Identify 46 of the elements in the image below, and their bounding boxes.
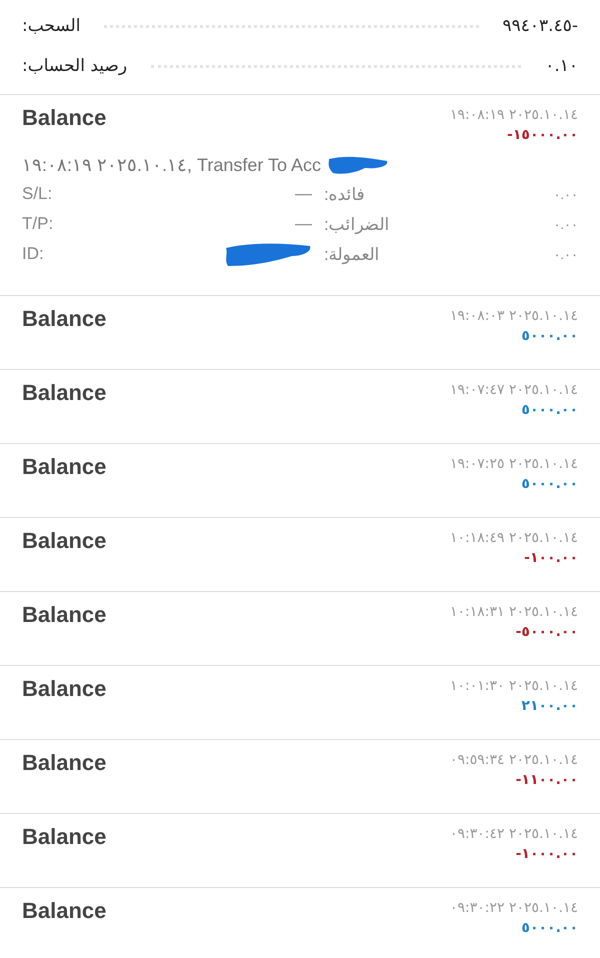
transaction-time: ١٩:٠٨:٠٣ ٢٠٢٥.١٠.١٤ [450,308,578,324]
transaction-time: ٠٩:٣٠:٤٢ ٢٠٢٥.١٠.١٤ [450,826,578,842]
detail-label: العمولة: [324,244,381,264]
transaction-time: ١٠:١٨:٤٩ ٢٠٢٥.١٠.١٤ [450,530,578,546]
transaction-amount: -١٠٠.٠٠ [524,550,578,566]
transaction-comment: ١٩:٠٨:١٩ ٢٠٢٥.١٠.١٤, Transfer To Acc [22,154,322,176]
transaction-title: Balance [22,454,106,481]
detail-label: T/P: [22,214,54,234]
summary-value: ٠.١٠ [545,56,578,76]
detail-value: ٠.٠٠ [552,186,578,202]
transaction-time: ١٩:٠٧:٤٧ ٢٠٢٥.١٠.١٤ [450,382,578,398]
transaction-title: Balance [22,602,106,629]
summary-label: السحب: [22,16,80,36]
transaction-amount: -٥٠٠٠.٠٠ [516,624,578,640]
transaction-amount: -١٥٠٠٠.٠٠ [507,127,578,143]
transaction-time: ٠٩:٥٩:٣٤ ٢٠٢٥.١٠.١٤ [450,752,578,768]
detail-label: S/L: [22,184,54,204]
transaction-amount: -١١٠٠.٠٠ [516,772,578,788]
transaction-amount: -١٠٠٠.٠٠ [516,846,578,862]
summary-label: رصيد الحساب: [22,56,128,76]
transaction-title: Balance [22,824,106,851]
transaction-title: Balance [22,528,106,555]
transaction-title: Balance [22,380,106,407]
detail-label: الضرائب: [324,214,391,234]
transaction-title: Balance [22,750,106,777]
detail-value: ٠.٠٠ [552,216,578,232]
transaction-amount: ٢١٠٠.٠٠ [521,698,578,714]
transaction-amount: ٥٠٠٠.٠٠ [521,402,578,418]
transaction-title: Balance [22,898,106,925]
detail-label: فائده: [324,184,366,204]
transaction-time: ٠٩:٣٠:٢٢ ٢٠٢٥.١٠.١٤ [450,900,578,916]
detail-value: — [295,214,312,234]
transaction-amount: ٥٠٠٠.٠٠ [521,476,578,492]
transaction-time: ١٠:١٨:٣١ ٢٠٢٥.١٠.١٤ [450,604,578,620]
transaction-time: ١٩:٠٨:١٩ ٢٠٢٥.١٠.١٤ [450,107,578,123]
transaction-amount: ٥٠٠٠.٠٠ [521,328,578,344]
detail-value: — [295,184,312,204]
transaction-time: ١٠:٠١:٣٠ ٢٠٢٥.١٠.١٤ [450,678,578,694]
transaction-title: Balance [22,306,106,333]
transaction-title: Balance [22,676,106,703]
summary-value: -٩٩٤٠٣.٤٥ [502,16,578,36]
detail-value: ٠.٠٠ [552,246,578,262]
transaction-time: ١٩:٠٧:٢٥ ٢٠٢٥.١٠.١٤ [450,456,578,472]
transaction-amount: ٥٠٠٠.٠٠ [521,920,578,936]
detail-label: ID: [22,244,45,264]
transaction-title: Balance [22,105,106,132]
